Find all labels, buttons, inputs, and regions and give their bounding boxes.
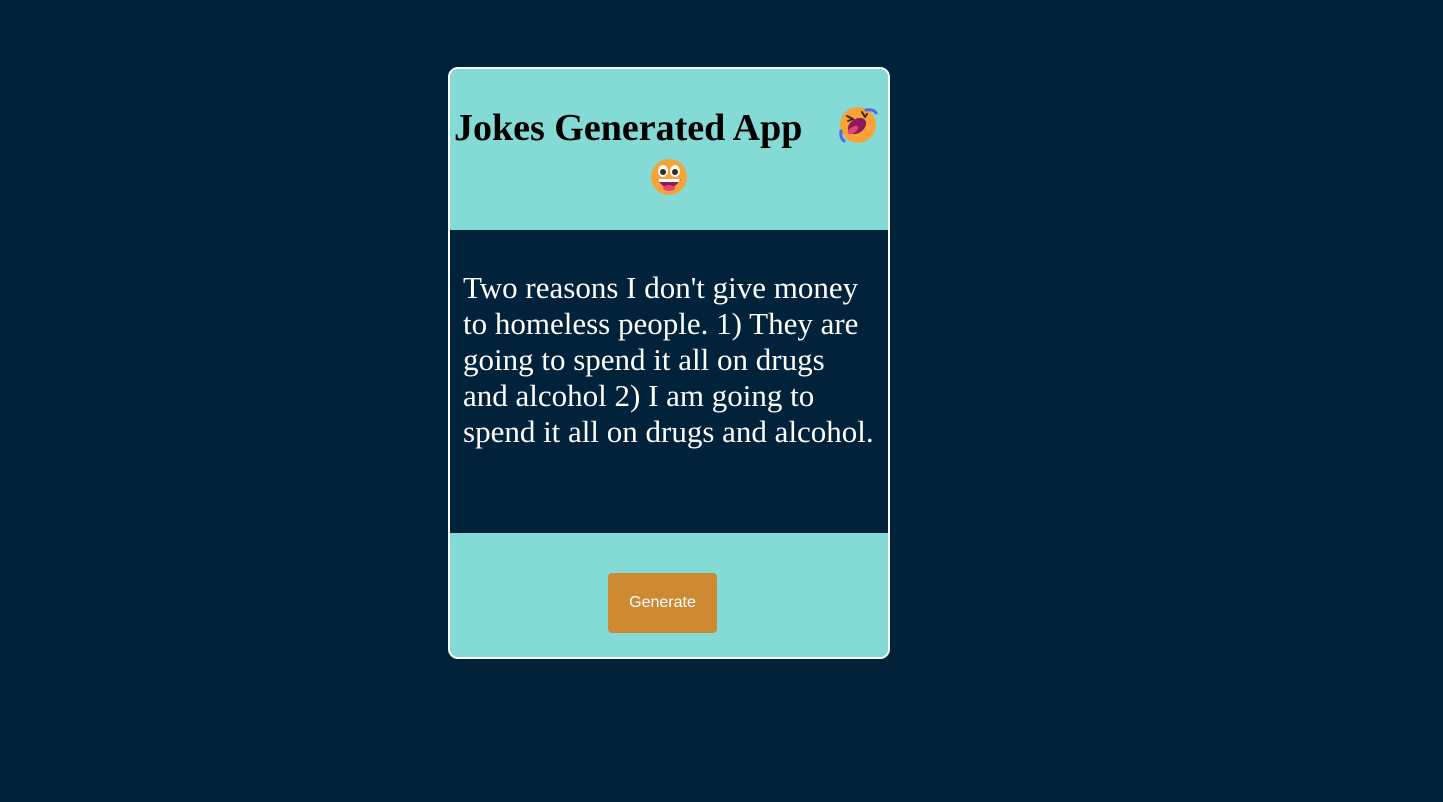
app-title: Jokes Generated App [454,107,803,149]
generate-button[interactable]: Generate [608,573,717,633]
joke-text: Two reasons I don't give money to homele… [463,270,874,449]
grinning-face-emoji-icon [649,157,689,197]
joke-panel: Two reasons I don't give money to homele… [450,230,888,533]
joke-card: Jokes Generated App Two reasons I don't … [448,67,890,659]
rolling-on-floor-laughing-emoji-icon [838,105,878,145]
card-footer: Generate [450,533,888,657]
card-header: Jokes Generated App [450,69,888,230]
